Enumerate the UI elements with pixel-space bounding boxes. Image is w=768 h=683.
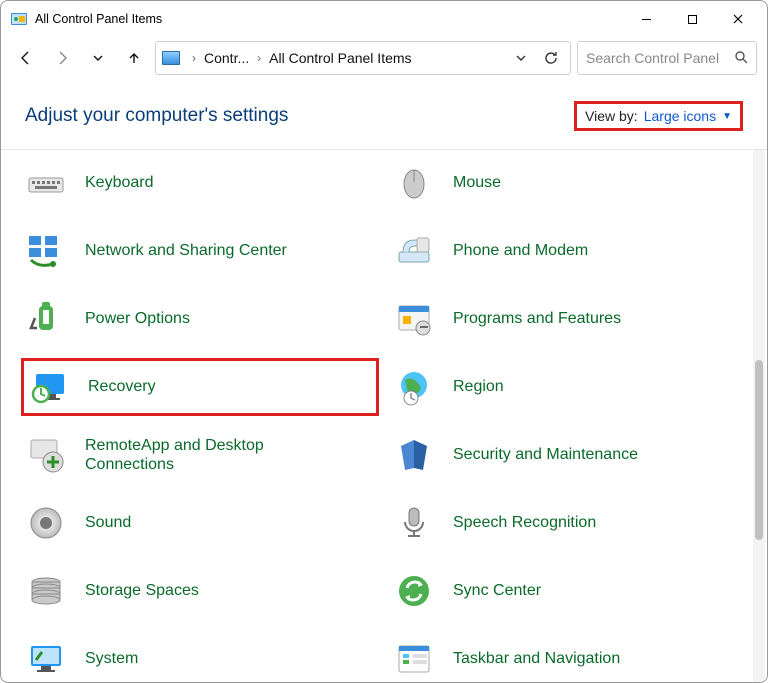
address-icon	[162, 51, 180, 65]
item-power[interactable]: Power Options	[21, 290, 379, 348]
remoteapp-icon	[25, 434, 67, 476]
view-by-control[interactable]: View by: Large icons ▼	[574, 101, 743, 131]
security-icon	[393, 434, 435, 476]
item-label: Sound	[85, 513, 131, 532]
chevron-right-icon[interactable]: ›	[188, 51, 200, 65]
recovery-icon	[28, 366, 70, 408]
item-keyboard[interactable]: Keyboard	[21, 154, 379, 212]
maximize-button[interactable]	[669, 1, 715, 37]
close-button[interactable]	[715, 1, 761, 37]
item-programs[interactable]: Programs and Features	[389, 290, 747, 348]
items-grid: Keyboard Mouse Network and Sharing Center P…	[1, 150, 767, 682]
item-taskbar[interactable]: Taskbar and Navigation	[389, 630, 747, 682]
phone-icon	[393, 230, 435, 272]
item-security[interactable]: Security and Maintenance	[389, 426, 747, 484]
item-label: Network and Sharing Center	[85, 241, 287, 260]
control-panel-window: All Control Panel Items	[0, 0, 768, 683]
item-recovery[interactable]: Recovery	[21, 358, 379, 416]
item-label: Speech Recognition	[453, 513, 596, 532]
item-label: Security and Maintenance	[453, 445, 638, 464]
back-button[interactable]	[11, 43, 41, 73]
item-label: Taskbar and Navigation	[453, 649, 620, 668]
chevron-down-icon[interactable]: ▼	[722, 111, 732, 122]
view-by-value[interactable]: Large icons	[644, 108, 716, 124]
network-icon	[25, 230, 67, 272]
address-dropdown-button[interactable]	[508, 45, 534, 71]
breadcrumb-all-items[interactable]: All Control Panel Items	[269, 50, 411, 66]
recent-locations-button[interactable]	[83, 43, 113, 73]
item-label: Mouse	[453, 173, 501, 192]
minimize-button[interactable]	[623, 1, 669, 37]
item-storage[interactable]: Storage Spaces	[21, 562, 379, 620]
item-label: System	[85, 649, 138, 668]
breadcrumb-control-panel[interactable]: Contr...	[204, 50, 249, 66]
speech-icon	[393, 502, 435, 544]
item-remoteapp[interactable]: RemoteApp and Desktop Connections	[21, 426, 379, 484]
sound-icon	[25, 502, 67, 544]
forward-button[interactable]	[47, 43, 77, 73]
search-placeholder: Search Control Panel	[586, 50, 728, 66]
mouse-icon	[393, 162, 435, 204]
titlebar: All Control Panel Items	[1, 1, 767, 37]
region-icon	[393, 366, 435, 408]
keyboard-icon	[25, 162, 67, 204]
item-label: Storage Spaces	[85, 581, 199, 600]
item-sound[interactable]: Sound	[21, 494, 379, 552]
programs-icon	[393, 298, 435, 340]
navigation-bar: › Contr... › All Control Panel Items Sea…	[1, 37, 767, 87]
scrollbar[interactable]	[753, 150, 765, 682]
item-region[interactable]: Region	[389, 358, 747, 416]
address-bar[interactable]: › Contr... › All Control Panel Items	[155, 41, 571, 75]
item-label: Power Options	[85, 309, 190, 328]
item-mouse[interactable]: Mouse	[389, 154, 747, 212]
chevron-right-icon[interactable]: ›	[253, 51, 265, 65]
sync-icon	[393, 570, 435, 612]
item-label: Recovery	[88, 377, 156, 396]
content-area: Keyboard Mouse Network and Sharing Center P…	[1, 150, 767, 682]
taskbar-icon	[393, 638, 435, 680]
page-heading: Adjust your computer's settings	[25, 105, 288, 127]
control-panel-icon	[11, 11, 27, 27]
system-icon	[25, 638, 67, 680]
item-sync[interactable]: Sync Center	[389, 562, 747, 620]
item-speech[interactable]: Speech Recognition	[389, 494, 747, 552]
up-button[interactable]	[119, 43, 149, 73]
item-phone[interactable]: Phone and Modem	[389, 222, 747, 280]
window-title: All Control Panel Items	[35, 12, 162, 26]
power-icon	[25, 298, 67, 340]
scrollbar-thumb[interactable]	[755, 360, 763, 540]
item-label: RemoteApp and Desktop Connections	[85, 436, 295, 474]
item-label: Keyboard	[85, 173, 154, 192]
item-system[interactable]: System	[21, 630, 379, 682]
window-controls	[623, 1, 761, 37]
storage-icon	[25, 570, 67, 612]
item-network[interactable]: Network and Sharing Center	[21, 222, 379, 280]
subheader: Adjust your computer's settings View by:…	[1, 87, 767, 150]
item-label: Programs and Features	[453, 309, 621, 328]
item-label: Sync Center	[453, 581, 541, 600]
refresh-button[interactable]	[538, 45, 564, 71]
item-label: Region	[453, 377, 504, 396]
item-label: Phone and Modem	[453, 241, 588, 260]
search-box[interactable]: Search Control Panel	[577, 41, 757, 75]
view-by-label: View by:	[585, 108, 638, 124]
search-icon[interactable]	[734, 50, 748, 67]
